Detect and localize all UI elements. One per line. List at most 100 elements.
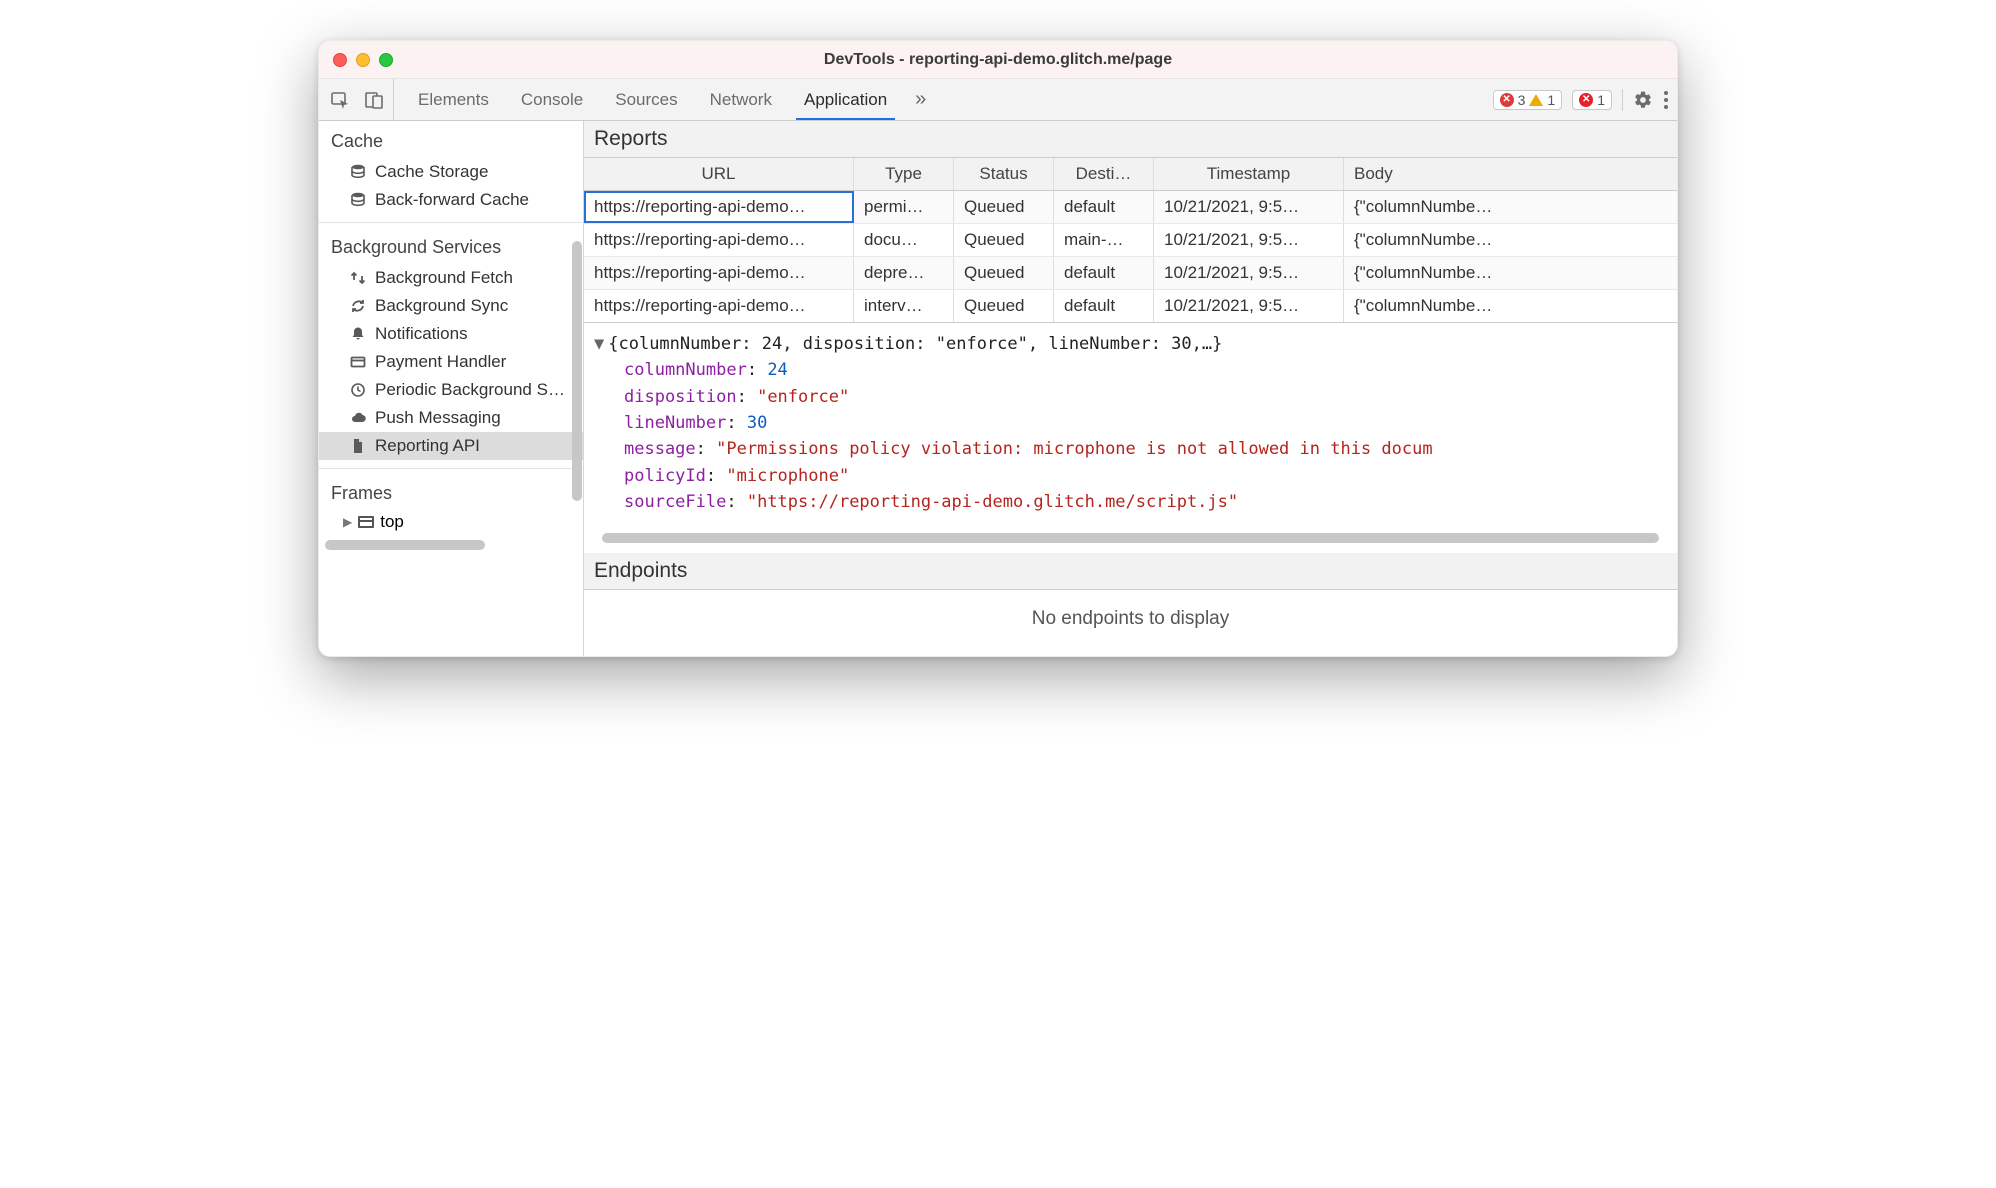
cell-body: {"columnNumbe… [1344,224,1677,256]
col-url[interactable]: URL [584,158,854,190]
table-row[interactable]: https://reporting-api-demo… permi… Queue… [584,191,1677,223]
cell-status: Queued [954,191,1054,223]
issues-icon: ✕ [1579,93,1593,107]
cell-status: Queued [954,224,1054,256]
cell-dest: default [1054,290,1154,322]
minimize-window-button[interactable] [356,53,370,67]
detail-horizontal-scrollbar[interactable] [594,531,1667,545]
cell-dest: default [1054,257,1154,289]
cell-dest: main-… [1054,224,1154,256]
cell-body: {"columnNumbe… [1344,191,1677,223]
endpoints-empty-message: No endpoints to display [584,590,1677,656]
settings-icon[interactable] [1633,90,1653,110]
issues-status-pill[interactable]: ✕ 1 [1572,90,1612,110]
col-timestamp[interactable]: Timestamp [1154,158,1344,190]
sidebar-item-periodic-bg-sync[interactable]: Periodic Background Sync [319,376,583,404]
zoom-window-button[interactable] [379,53,393,67]
device-toolbar-icon[interactable] [363,89,385,111]
sidebar-item-bf-cache[interactable]: Back-forward Cache [319,186,583,214]
cell-type: interv… [854,290,954,322]
tab-console[interactable]: Console [505,79,599,120]
sidebar-group-bgservices: Background Services [319,227,583,264]
sidebar-item-payment-handler[interactable]: Payment Handler [319,348,583,376]
json-kv: message: "Permissions policy violation: … [594,436,1667,462]
tab-application[interactable]: Application [788,79,903,120]
cell-url: https://reporting-api-demo… [584,290,854,322]
error-count: 3 [1518,92,1526,108]
tab-sources[interactable]: Sources [599,79,693,120]
sidebar-item-reporting-api[interactable]: Reporting API [319,432,583,460]
reports-table: URL Type Status Desti… Timestamp Body ht… [584,158,1677,323]
reports-table-header: URL Type Status Desti… Timestamp Body [584,158,1677,191]
scrollbar-thumb[interactable] [325,540,485,550]
cell-type: permi… [854,191,954,223]
sidebar-item-label: Periodic Background Sync [375,380,573,400]
sidebar-horizontal-scrollbar[interactable] [325,540,577,552]
sync-icon [349,297,367,315]
cell-ts: 10/21/2021, 9:5… [1154,224,1344,256]
clock-icon [349,381,367,399]
database-icon [349,191,367,209]
more-options-icon[interactable] [1663,90,1669,110]
sidebar-divider [319,222,583,223]
sidebar-item-cache-storage[interactable]: Cache Storage [319,158,583,186]
report-detail-json[interactable]: ▼{columnNumber: 24, disposition: "enforc… [584,323,1677,525]
json-value: 30 [747,413,767,433]
chevron-double-right-icon: » [915,88,926,111]
sidebar-scroll[interactable]: Cache Cache Storage Back-forward Cache B… [319,121,583,570]
caret-down-icon[interactable]: ▼ [594,334,604,354]
console-status-pill[interactable]: ✕ 3 1 [1493,90,1563,110]
json-summary-text: {columnNumber: 24, disposition: "enforce… [608,334,1222,354]
cell-ts: 10/21/2021, 9:5… [1154,191,1344,223]
json-value: "microphone" [726,466,849,486]
error-icon: ✕ [1500,93,1514,107]
json-summary-line[interactable]: ▼{columnNumber: 24, disposition: "enforc… [594,331,1667,357]
toolbar-left-icons [329,79,394,120]
cell-status: Queued [954,290,1054,322]
table-row[interactable]: https://reporting-api-demo… interv… Queu… [584,289,1677,322]
sidebar-item-notifications[interactable]: Notifications [319,320,583,348]
sidebar-group-cache: Cache [319,121,583,158]
col-status[interactable]: Status [954,158,1054,190]
cell-url: https://reporting-api-demo… [584,257,854,289]
json-kv: sourceFile: "https://reporting-api-demo.… [594,489,1667,515]
tab-elements[interactable]: Elements [402,79,505,120]
scrollbar-thumb[interactable] [572,241,582,501]
cell-url: https://reporting-api-demo… [584,224,854,256]
inspect-element-icon[interactable] [329,89,351,111]
window-title: DevTools - reporting-api-demo.glitch.me/… [319,51,1677,69]
tabs-overflow-button[interactable]: » [903,79,938,120]
cell-dest: default [1054,191,1154,223]
col-destination[interactable]: Desti… [1054,158,1154,190]
sidebar-group-frames: Frames [319,473,583,510]
scrollbar-thumb[interactable] [602,533,1659,543]
tab-network[interactable]: Network [694,79,788,120]
cell-body: {"columnNumbe… [1344,257,1677,289]
json-kv: lineNumber: 30 [594,410,1667,436]
sidebar-item-push-messaging[interactable]: Push Messaging [319,404,583,432]
cell-url: https://reporting-api-demo… [584,191,854,223]
table-row[interactable]: https://reporting-api-demo… depre… Queue… [584,256,1677,289]
table-row[interactable]: https://reporting-api-demo… docu… Queued… [584,223,1677,256]
document-icon [349,437,367,455]
devtools-toolbar: Elements Console Sources Network Applica… [319,79,1677,121]
sidebar-item-label: Notifications [375,324,468,344]
sidebar-item-background-fetch[interactable]: Background Fetch [319,264,583,292]
expand-toggle-icon[interactable]: ▶ [343,515,352,529]
cell-ts: 10/21/2021, 9:5… [1154,290,1344,322]
warning-icon [1529,94,1543,106]
frame-tree-item-top[interactable]: ▶ top [319,510,583,534]
col-type[interactable]: Type [854,158,954,190]
sidebar-item-background-sync[interactable]: Background Sync [319,292,583,320]
sidebar-vertical-scrollbar[interactable] [571,121,583,656]
endpoints-section-title: Endpoints [584,553,1677,590]
titlebar: DevTools - reporting-api-demo.glitch.me/… [319,41,1677,79]
panel-tabs: Elements Console Sources Network Applica… [402,79,903,120]
close-window-button[interactable] [333,53,347,67]
sidebar-item-label: Payment Handler [375,352,506,372]
sidebar-item-label: Push Messaging [375,408,501,428]
col-body[interactable]: Body [1344,158,1677,190]
json-kv: policyId: "microphone" [594,463,1667,489]
frame-label: top [380,512,404,532]
application-sidebar: Cache Cache Storage Back-forward Cache B… [319,121,584,656]
